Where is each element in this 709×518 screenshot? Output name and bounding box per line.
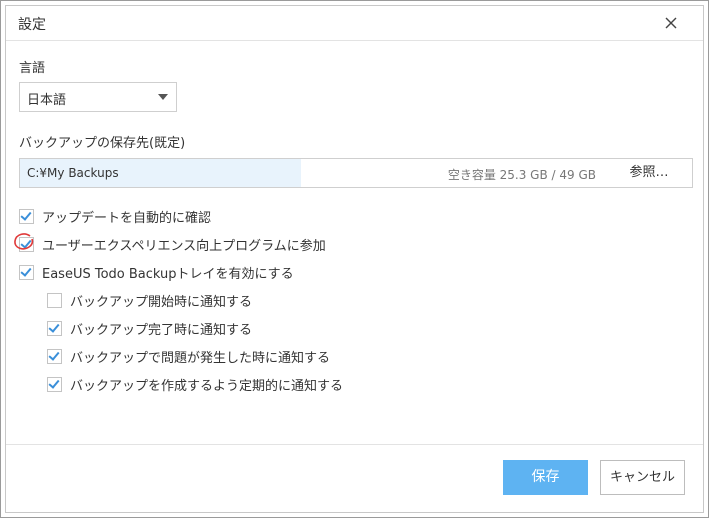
language-selected-value: 日本語 — [27, 93, 67, 108]
settings-dialog: 設定 言語 日本語 バックアップの保存先(既定) C:¥My Backups 空… — [5, 5, 704, 513]
option-checkbox[interactable] — [47, 292, 62, 308]
footer-divider — [6, 444, 703, 445]
backup-destination-label: バックアップの保存先(既定) — [19, 136, 186, 151]
option-checkbox[interactable] — [19, 264, 34, 280]
option-row[interactable]: ユーザーエクスペリエンス向上プログラムに参加 — [19, 235, 326, 254]
option-checkbox[interactable] — [47, 376, 62, 392]
checkmark-icon — [20, 264, 32, 277]
checkmark-icon — [20, 236, 32, 249]
title-bar: 設定 — [6, 6, 703, 41]
option-row[interactable]: EaseUS Todo Backupトレイを有効にする — [19, 263, 294, 282]
option-label: アップデートを自動的に確認 — [42, 210, 212, 226]
option-row[interactable]: バックアップ開始時に通知する — [47, 291, 253, 310]
close-button[interactable] — [661, 13, 681, 33]
option-label: バックアップを作成するよう定期的に通知する — [70, 378, 344, 394]
close-icon — [665, 17, 677, 29]
option-row[interactable]: バックアップを作成するよう定期的に通知する — [47, 375, 344, 394]
cancel-button[interactable]: キャンセル — [600, 460, 685, 495]
language-select[interactable]: 日本語 — [19, 82, 177, 112]
backup-path-field[interactable]: C:¥My Backups 空き容量 25.3 GB / 49 GB — [19, 158, 607, 188]
option-label: バックアップで問題が発生した時に通知する — [70, 350, 331, 366]
chevron-down-icon — [158, 94, 168, 100]
checkmark-icon — [20, 208, 32, 221]
option-row[interactable]: バックアップで問題が発生した時に通知する — [47, 347, 331, 366]
option-checkbox[interactable] — [19, 208, 34, 224]
checkmark-icon — [48, 348, 60, 361]
option-label: EaseUS Todo Backupトレイを有効にする — [42, 266, 294, 282]
option-label: ユーザーエクスペリエンス向上プログラムに参加 — [42, 238, 326, 254]
option-row[interactable]: アップデートを自動的に確認 — [19, 207, 212, 226]
browse-button[interactable]: 参照… — [606, 158, 693, 188]
option-checkbox[interactable] — [19, 236, 34, 252]
option-label: バックアップ完了時に通知する — [70, 322, 253, 338]
free-space-text: 空き容量 25.3 GB / 49 GB — [447, 168, 596, 182]
option-row[interactable]: バックアップ完了時に通知する — [47, 319, 253, 338]
screenshot-frame: 設定 言語 日本語 バックアップの保存先(既定) C:¥My Backups 空… — [0, 0, 709, 518]
checkmark-icon — [48, 320, 60, 333]
option-label: バックアップ開始時に通知する — [70, 294, 253, 310]
checkmark-icon — [48, 376, 60, 389]
save-button[interactable]: 保存 — [503, 460, 588, 495]
backup-path-text: C:¥My Backups — [27, 166, 119, 180]
option-checkbox[interactable] — [47, 348, 62, 364]
option-checkbox[interactable] — [47, 320, 62, 336]
dialog-title: 設定 — [18, 17, 46, 33]
language-label: 言語 — [19, 61, 46, 76]
